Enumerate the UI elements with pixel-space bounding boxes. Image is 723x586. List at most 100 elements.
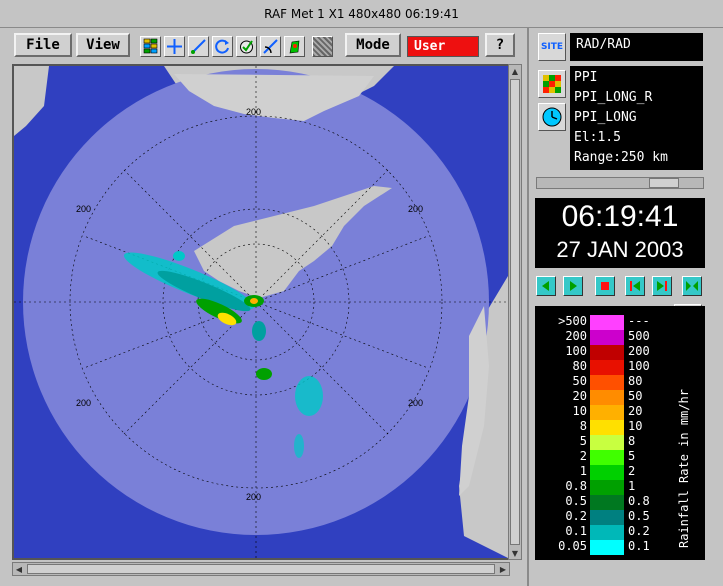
legend-left-label: 80 (572, 359, 587, 373)
animation-slider-thumb[interactable] (649, 178, 679, 188)
legend-left-label: 0.5 (565, 494, 587, 508)
range-label-northwest: 200 (76, 204, 91, 214)
legend-color-swatch (590, 480, 624, 495)
product-name: RAD/RAD (576, 37, 631, 52)
view-menu-button[interactable]: View (76, 33, 130, 57)
vertical-scrollbar[interactable]: ▲ ▼ (508, 64, 522, 560)
legend-left-label: 5 (579, 434, 587, 448)
range-label-south: 200 (246, 492, 261, 502)
layers-icon[interactable] (140, 36, 161, 57)
legend-right-label: 8 (628, 434, 636, 448)
product-info-display: PPI PPI_LONG_R PPI_LONG El:1.5 Range:250… (570, 66, 703, 170)
legend-left-label: 1 (579, 464, 587, 478)
grid-icon[interactable] (312, 36, 333, 57)
radar-ppi-display[interactable]: 200 200 200 200 200 200 (14, 66, 508, 558)
mode-button[interactable]: Mode (345, 33, 401, 57)
legend-right-label: 1 (628, 479, 636, 493)
legend-right-label: 0.2 (628, 524, 650, 538)
legend-left-label: 2 (579, 449, 587, 463)
clock-date: 27 JAN 2003 (556, 237, 684, 262)
legend-color-swatch (590, 330, 624, 345)
legend-left-label: 0.2 (565, 509, 587, 523)
stop-button[interactable] (595, 276, 615, 296)
legend-left-label: 200 (565, 329, 587, 343)
horizontal-scrollbar[interactable]: ◀ ▶ (12, 562, 510, 576)
legend-color-swatch (590, 540, 624, 555)
forward-to-end-button[interactable] (652, 276, 672, 296)
scroll-left-arrow-icon[interactable]: ◀ (13, 563, 25, 575)
step-back-button[interactable] (536, 276, 556, 296)
window-title: RAF Met 1 X1 480x480 06:19:41 (264, 6, 459, 21)
legend-color-swatch (590, 315, 624, 330)
legend-left-label: 8 (579, 419, 587, 433)
rotate-icon[interactable] (260, 36, 281, 57)
legend-right-label: 200 (628, 344, 650, 358)
legend-color-swatch (590, 360, 624, 375)
legend-color-swatch (590, 510, 624, 525)
legend-left-label: 0.1 (565, 524, 587, 538)
pointer-icon[interactable] (188, 36, 209, 57)
legend-color-swatch (590, 390, 624, 405)
legend-left-label: 0.8 (565, 479, 587, 493)
crosshair-icon[interactable] (164, 36, 185, 57)
legend-right-label: --- (628, 314, 650, 328)
horizontal-scroll-thumb[interactable] (27, 564, 495, 574)
rainfall-legend: Rainfall Rate in mm/hr >500 --- 200 500 100 2… (535, 306, 705, 560)
refresh-icon[interactable] (212, 36, 233, 57)
scroll-right-arrow-icon[interactable]: ▶ (497, 563, 509, 575)
legend-right-label: 0.8 (628, 494, 650, 508)
window-titlebar: RAF Met 1 X1 480x480 06:19:41 (0, 0, 723, 28)
legend-right-label: 20 (628, 404, 643, 418)
info-line-elevation: El:1.5 (574, 130, 621, 145)
range-label-southeast: 200 (408, 398, 423, 408)
legend-color-swatch (590, 450, 624, 465)
radar-map-view[interactable]: 200 200 200 200 200 200 (12, 64, 510, 560)
help-button[interactable]: ? (485, 33, 515, 57)
legend-right-label: 5 (628, 449, 636, 463)
legend-right-label: 2 (628, 464, 636, 478)
legend-color-swatch (590, 465, 624, 480)
legend-right-label: 50 (628, 389, 643, 403)
loop-toggle-button[interactable] (682, 276, 702, 296)
mode-value-field[interactable]: User (407, 36, 479, 57)
legend-color-swatch (590, 375, 624, 390)
clock-icon[interactable] (538, 103, 566, 131)
check-icon[interactable] (236, 36, 257, 57)
legend-right-label: 10 (628, 419, 643, 433)
product-grid-icon[interactable] (538, 70, 566, 98)
file-menu-button[interactable]: File (14, 33, 72, 57)
legend-left-label: 100 (565, 344, 587, 358)
legend-color-swatch (590, 525, 624, 540)
legend-left-label: >500 (558, 314, 587, 328)
marker-icon[interactable] (284, 36, 305, 57)
legend-right-label: 80 (628, 374, 643, 388)
info-line-task: PPI_LONG (574, 110, 637, 125)
range-label-northeast: 200 (408, 204, 423, 214)
clock-time: 06:19:41 (561, 200, 679, 233)
range-label-north: 200 (246, 107, 261, 117)
play-button[interactable] (563, 276, 583, 296)
legend-right-label: 0.5 (628, 509, 650, 523)
product-display: RAD/RAD (570, 33, 703, 61)
info-line-scan: PPI (574, 70, 598, 85)
legend-left-label: 50 (572, 374, 587, 388)
site-selector-icon[interactable]: SITE (538, 33, 566, 61)
legend-color-swatch (590, 420, 624, 435)
scroll-up-arrow-icon[interactable]: ▲ (509, 65, 521, 77)
legend-right-label: 500 (628, 329, 650, 343)
rewind-to-start-button[interactable] (625, 276, 645, 296)
legend-left-label: 20 (572, 389, 587, 403)
animation-slider[interactable] (536, 177, 704, 189)
clock-display: 06:19:41 27 JAN 2003 (535, 198, 705, 268)
legend-left-label: 10 (572, 404, 587, 418)
scroll-down-arrow-icon[interactable]: ▼ (509, 547, 521, 559)
legend-right-label: 0.1 (628, 539, 650, 553)
legend-color-swatch (590, 405, 624, 420)
legend-color-swatch (590, 495, 624, 510)
info-line-product: PPI_LONG_R (574, 90, 653, 105)
range-label-southwest: 200 (76, 398, 91, 408)
vertical-scroll-thumb[interactable] (510, 79, 520, 545)
legend-right-label: 100 (628, 359, 650, 373)
legend-color-swatch (590, 435, 624, 450)
legend-color-swatch (590, 345, 624, 360)
